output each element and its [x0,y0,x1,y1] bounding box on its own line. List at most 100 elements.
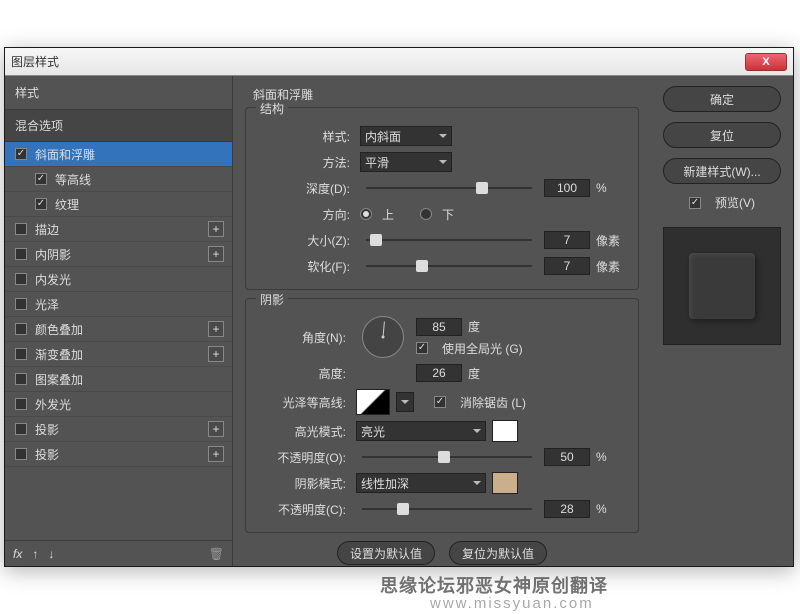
angle-input[interactable]: 85 [416,318,462,336]
highlight-color-swatch[interactable] [492,420,518,442]
style-item-label: 内发光 [35,271,71,288]
style-item[interactable]: 光泽 [5,292,232,317]
layer-style-dialog: 图层样式 X 样式 混合选项 斜面和浮雕等高线纹理描边 + 内阴影 + 内发光光泽颜色叠… [4,47,794,567]
style-item[interactable]: 描边 + [5,217,232,242]
add-effect-icon[interactable]: + [208,421,224,437]
altitude-input[interactable]: 26 [416,364,462,382]
sidebar-footer: fx ↑ ↓ 🗑 [5,540,232,566]
direction-down-radio[interactable] [420,208,432,220]
right-panel: 确定 复位 新建样式(W)... 预览(V) [651,76,793,566]
style-checkbox[interactable] [35,198,47,210]
dialog-title: 图层样式 [11,53,59,70]
make-default-button[interactable]: 设置为默认值 [337,541,435,565]
add-effect-icon[interactable]: + [208,246,224,262]
style-checkbox[interactable] [15,423,27,435]
method-select[interactable]: 平滑 [360,152,452,172]
style-checkbox[interactable] [15,373,27,385]
styles-header: 样式 [5,76,232,110]
style-item-label: 图案叠加 [35,371,83,388]
new-style-button[interactable]: 新建样式(W)... [663,158,781,184]
size-input[interactable]: 7 [544,231,590,249]
style-item[interactable]: 投影+ [5,442,232,467]
gloss-label: 光泽等高线: [258,394,350,411]
styles-sidebar: 样式 混合选项 斜面和浮雕等高线纹理描边 + 内阴影 + 内发光光泽颜色叠加+ 渐变叠加 +… [5,76,233,566]
reset-default-button[interactable]: 复位为默认值 [449,541,547,565]
ok-button[interactable]: 确定 [663,86,781,112]
style-item[interactable]: 图案叠加 [5,367,232,392]
size-label: 大小(Z): [258,232,354,249]
style-checkbox[interactable] [15,398,27,410]
style-item[interactable]: 内阴影 + [5,242,232,267]
fx-menu[interactable]: fx [13,547,22,561]
preview-checkbox[interactable] [689,197,701,209]
panel-title: 斜面和浮雕 [253,86,639,103]
cancel-button[interactable]: 复位 [663,122,781,148]
style-item[interactable]: 外发光 [5,392,232,417]
style-checkbox[interactable] [35,173,47,185]
shadow-opacity-input[interactable]: 28 [544,500,590,518]
gloss-contour-thumb[interactable] [356,389,390,415]
depth-slider[interactable] [366,180,532,196]
style-checkbox[interactable] [15,448,27,460]
style-item-label: 斜面和浮雕 [35,146,95,163]
trash-icon[interactable]: 🗑 [209,547,224,561]
highlight-mode-select[interactable]: 亮光 [356,421,486,441]
titlebar[interactable]: 图层样式 X [5,48,793,76]
style-item[interactable]: 颜色叠加+ [5,317,232,342]
shading-group: 阴影 角度(N): 85 度 使用全局光 (G) [245,298,639,533]
style-item[interactable]: 投影+ [5,417,232,442]
size-slider[interactable] [366,232,532,248]
style-list: 斜面和浮雕等高线纹理描边+内阴影+内发光光泽颜色叠加+渐变叠加+图案叠加外发光投… [5,142,232,540]
style-item-label: 渐变叠加 [35,346,83,363]
gloss-contour-select[interactable] [396,392,414,412]
shadow-color-swatch[interactable] [492,472,518,494]
depth-label: 深度(D): [258,180,354,197]
style-item-label: 纹理 [55,196,79,213]
style-item-label: 内阴影 [35,246,71,263]
highlight-opacity-label: 不透明度(O): [258,449,350,466]
style-item[interactable]: 纹理 [5,192,232,217]
soften-slider[interactable] [366,258,532,274]
move-up-icon[interactable]: ↑ [32,547,38,561]
antialias-checkbox[interactable] [434,396,446,408]
style-item[interactable]: 内发光 [5,267,232,292]
close-button[interactable]: X [745,53,787,71]
highlight-mode-label: 高光模式: [258,423,350,440]
global-light-checkbox[interactable] [416,342,428,354]
highlight-opacity-input[interactable]: 50 [544,448,590,466]
shadow-opacity-slider[interactable] [362,501,532,517]
add-effect-icon[interactable]: + [208,321,224,337]
method-label: 方法: [258,154,354,171]
shadow-mode-select[interactable]: 线性加深 [356,473,486,493]
style-checkbox[interactable] [15,148,27,160]
soften-label: 软化(F): [258,258,354,275]
blend-options[interactable]: 混合选项 [5,110,232,142]
structure-legend: 结构 [256,100,288,117]
style-checkbox[interactable] [15,298,27,310]
style-item[interactable]: 等高线 [5,167,232,192]
angle-wheel[interactable] [362,316,404,358]
antialias-label: 消除锯齿 (L) [460,394,526,411]
style-item[interactable]: 斜面和浮雕 [5,142,232,167]
style-checkbox[interactable] [15,223,27,235]
preview-label: 预览(V) [715,194,755,211]
style-checkbox[interactable] [15,348,27,360]
add-effect-icon[interactable]: + [208,446,224,462]
watermark-url: www.missyuan.com [430,595,594,612]
highlight-opacity-slider[interactable] [362,449,532,465]
move-down-icon[interactable]: ↓ [48,547,54,561]
soften-input[interactable]: 7 [544,257,590,275]
style-checkbox[interactable] [15,323,27,335]
add-effect-icon[interactable]: + [208,221,224,237]
depth-input[interactable]: 100 [544,179,590,197]
style-select[interactable]: 内斜面 [360,126,452,146]
style-item[interactable]: 渐变叠加 + [5,342,232,367]
style-checkbox[interactable] [15,248,27,260]
style-item-label: 等高线 [55,171,91,188]
style-checkbox[interactable] [15,273,27,285]
style-item-label: 光泽 [35,296,59,313]
style-item-label: 描边 [35,221,59,238]
shadow-opacity-label: 不透明度(C): [258,501,350,518]
add-effect-icon[interactable]: + [208,346,224,362]
direction-up-radio[interactable] [360,208,372,220]
